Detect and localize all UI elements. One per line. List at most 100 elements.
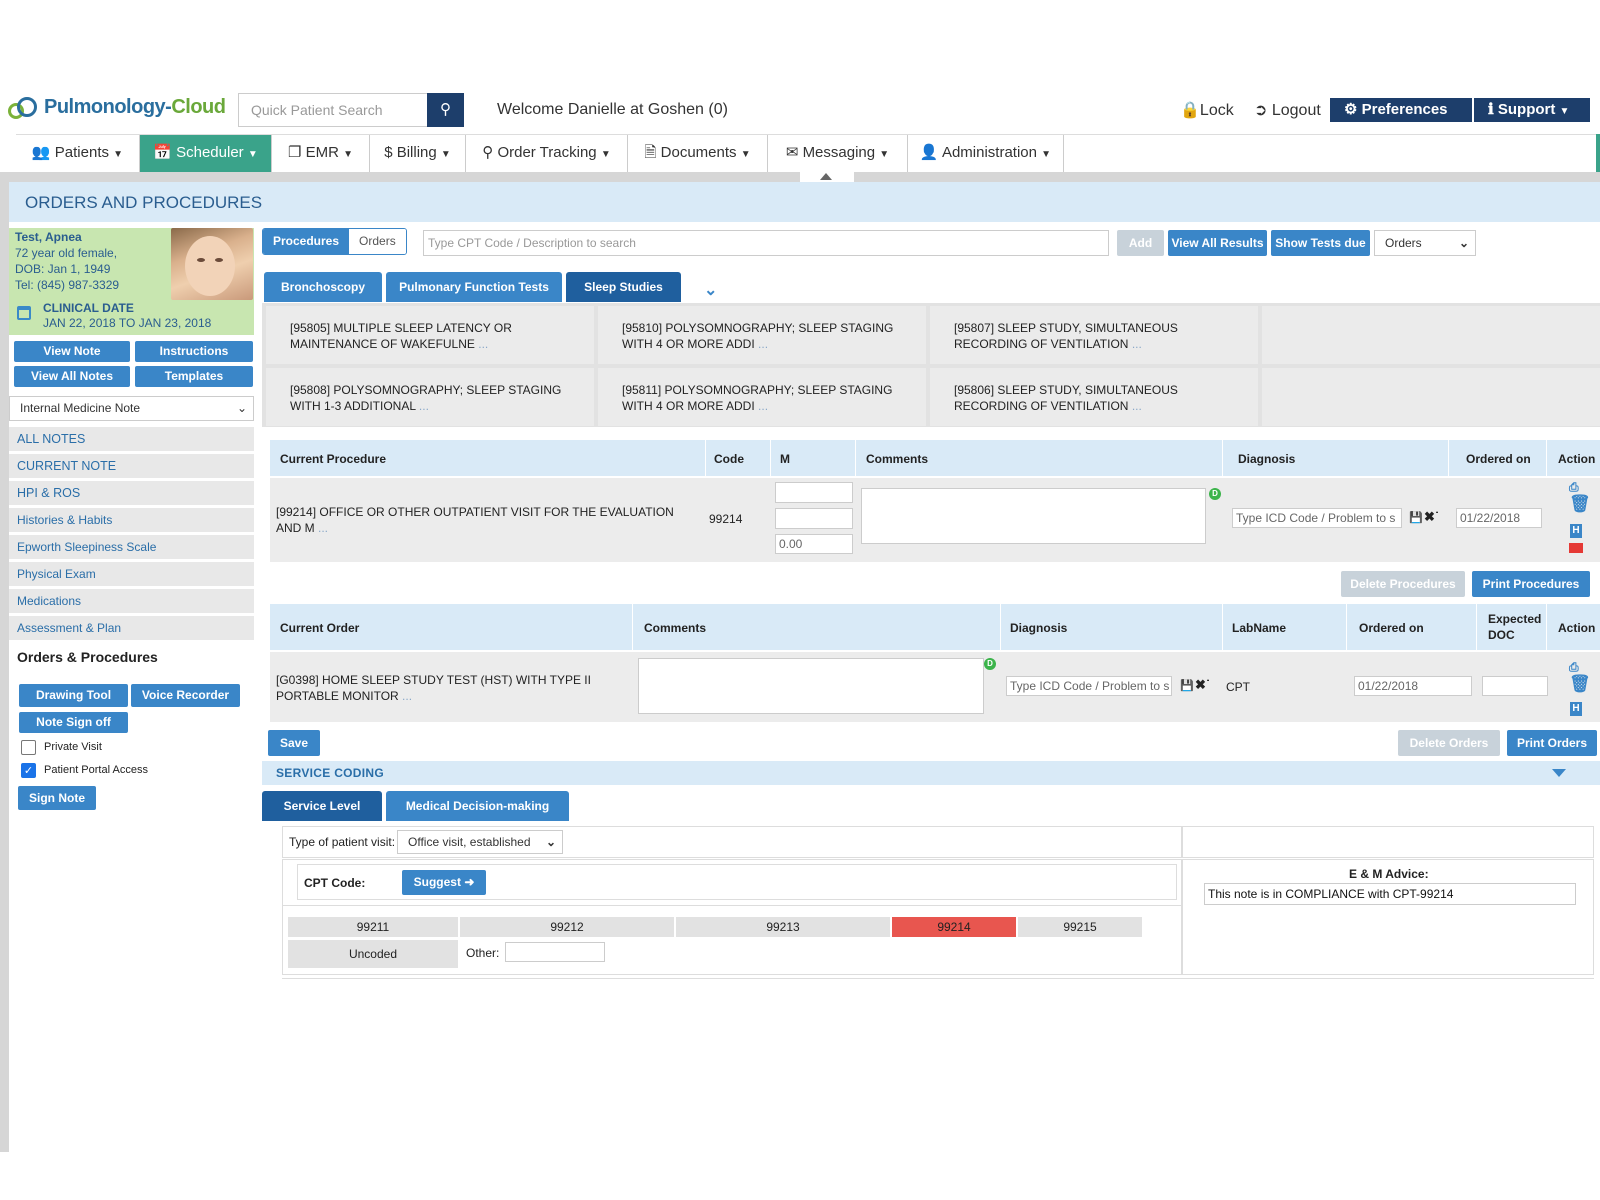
procedure-diagnosis-input[interactable]: Type ICD Code / Problem to s xyxy=(1232,508,1402,528)
logout-link[interactable]: ➲ Logout xyxy=(1254,100,1321,120)
tab-sleep-studies[interactable]: Sleep Studies xyxy=(566,272,681,302)
print-procedures-button[interactable]: Print Procedures xyxy=(1472,571,1590,597)
suggest-button[interactable]: Suggest ➜ xyxy=(402,870,486,895)
orders-select[interactable]: Orders ⌄ xyxy=(1374,230,1476,256)
trash-icon[interactable]: 🗑 xyxy=(1569,674,1591,694)
trash-icon[interactable]: 🗑 xyxy=(1569,494,1591,514)
em-advice-field[interactable]: This note is in COMPLIANCE with CPT-9921… xyxy=(1204,883,1576,905)
sidebar-item-histories-habits[interactable]: Histories & Habits xyxy=(9,508,254,532)
history-icon[interactable]: H xyxy=(1570,702,1582,716)
nav-messaging[interactable]: ✉ Messaging ▼ xyxy=(768,135,908,173)
drawing-tool-button[interactable]: Drawing Tool xyxy=(19,684,128,707)
nav-billing[interactable]: $ Billing ▼ xyxy=(370,135,466,173)
patient-name[interactable]: Test, Apnea xyxy=(15,230,82,244)
more-link[interactable]: ... xyxy=(402,689,412,703)
view-all-results-button[interactable]: View All Results xyxy=(1168,230,1267,256)
modifier-2-input[interactable] xyxy=(775,508,853,529)
nav-order-tracking[interactable]: ⚲ Order Tracking ▼ xyxy=(466,135,628,173)
order-ordered-on-input[interactable]: 01/22/2018 xyxy=(1354,676,1472,696)
chevron-down-icon[interactable]: ⌄ xyxy=(704,280,717,300)
sidebar-item-orders-procedures[interactable]: Orders & Procedures xyxy=(17,649,158,665)
other-code-input[interactable] xyxy=(505,942,605,962)
procedures-toggle[interactable]: Procedures xyxy=(263,229,350,254)
service-coding-bar[interactable]: SERVICE CODING xyxy=(262,761,1600,785)
support-menu[interactable]: ℹ Support ▼ xyxy=(1474,98,1590,122)
procedure-option[interactable]: [95806] SLEEP STUDY, SIMULTANEOUS RECORD… xyxy=(930,368,1258,426)
app-logo[interactable]: Pulmonology- Cloud xyxy=(8,96,226,119)
save-icon[interactable]: 💾 xyxy=(1409,511,1423,524)
print-icon[interactable]: ⎙ xyxy=(1569,660,1579,675)
sidebar-item-epworth[interactable]: Epworth Sleepiness Scale xyxy=(9,535,254,559)
preferences-menu[interactable]: ⚙ Preferences ▼ xyxy=(1330,98,1472,141)
code-option-99214[interactable]: 99214 xyxy=(892,917,1016,937)
view-note-button[interactable]: View Note xyxy=(14,341,130,362)
tab-service-level[interactable]: Service Level xyxy=(262,791,382,821)
clear-icon[interactable]: ✖˙ xyxy=(1195,677,1210,693)
tab-bronchoscopy[interactable]: Bronchoscopy xyxy=(264,272,382,302)
history-icon[interactable]: H xyxy=(1570,524,1582,538)
more-link[interactable]: ... xyxy=(758,337,768,351)
sign-note-button[interactable]: Sign Note xyxy=(18,786,96,810)
sidebar-item-medications[interactable]: Medications xyxy=(9,589,254,613)
collapse-up-icon[interactable] xyxy=(820,173,832,180)
tab-medical-decision-making[interactable]: Medical Decision-making xyxy=(386,791,569,821)
clear-icon[interactable]: ✖˙ xyxy=(1424,509,1439,525)
more-link[interactable]: ... xyxy=(318,521,328,535)
procedure-option[interactable]: [95805] MULTIPLE SLEEP LATENCY OR MAINTE… xyxy=(266,306,594,364)
uncoded-option[interactable]: Uncoded xyxy=(288,940,458,968)
search-button[interactable]: ⚲ xyxy=(427,93,464,127)
expected-doc-input[interactable] xyxy=(1482,676,1548,696)
show-tests-due-button[interactable]: Show Tests due xyxy=(1271,230,1370,256)
code-option-99213[interactable]: 99213 xyxy=(676,917,890,937)
collapse-icon[interactable] xyxy=(1552,769,1566,777)
nav-administration[interactable]: 👤 Administration ▼ xyxy=(908,135,1064,173)
nav-scheduler[interactable]: 📅 Scheduler ▼ xyxy=(140,135,272,173)
more-link[interactable]: ... xyxy=(758,399,768,413)
more-link[interactable]: ... xyxy=(478,337,488,351)
sidebar-item-physical-exam[interactable]: Physical Exam xyxy=(9,562,254,586)
templates-button[interactable]: Templates xyxy=(135,366,253,387)
code-option-99212[interactable]: 99212 xyxy=(460,917,674,937)
note-sign-off-button[interactable]: Note Sign off xyxy=(19,712,128,733)
order-diagnosis-input[interactable]: Type ICD Code / Problem to s xyxy=(1006,676,1172,696)
modifier-1-input[interactable] xyxy=(775,482,853,503)
nav-documents[interactable]: 🗎 Documents ▼ xyxy=(628,135,768,173)
procedure-ordered-on-input[interactable]: 01/22/2018 xyxy=(1456,508,1542,528)
nav-emr[interactable]: ❐ EMR ▼ xyxy=(272,135,370,173)
code-option-99211[interactable]: 99211 xyxy=(288,917,458,937)
modifier-3-input[interactable]: 0.00 xyxy=(775,534,853,554)
print-icon[interactable]: ⎙ xyxy=(1569,480,1579,495)
sidebar-item-assessment-plan[interactable]: Assessment & Plan xyxy=(9,616,254,640)
cpt-search-input[interactable]: Type CPT Code / Description to search xyxy=(423,230,1109,256)
sidebar-item-all-notes[interactable]: ALL NOTES xyxy=(9,427,254,451)
orders-toggle[interactable]: Orders xyxy=(349,229,406,254)
lock-link[interactable]: 🔒Lock xyxy=(1180,100,1234,120)
sidebar-item-hpi-ros[interactable]: HPI & ROS xyxy=(9,481,254,505)
view-all-notes-button[interactable]: View All Notes xyxy=(14,366,130,387)
procedure-option[interactable]: [95811] POLYSOMNOGRAPHY; SLEEP STAGING W… xyxy=(598,368,926,426)
patient-portal-checkbox[interactable]: ✓ xyxy=(21,763,36,778)
visit-type-select[interactable]: Office visit, established ⌄ xyxy=(397,830,563,854)
procedure-option[interactable]: [95807] SLEEP STUDY, SIMULTANEOUS RECORD… xyxy=(930,306,1258,364)
sidebar-item-current-note[interactable]: CURRENT NOTE xyxy=(9,454,254,478)
save-icon[interactable]: 💾 xyxy=(1180,679,1194,692)
delete-procedures-button[interactable]: Delete Procedures xyxy=(1341,571,1465,597)
alert-icon[interactable] xyxy=(1569,543,1583,553)
procedure-option[interactable]: [95808] POLYSOMNOGRAPHY; SLEEP STAGING W… xyxy=(266,368,594,426)
print-orders-button[interactable]: Print Orders xyxy=(1507,730,1597,756)
procedure-option[interactable]: [95810] POLYSOMNOGRAPHY; SLEEP STAGING W… xyxy=(598,306,926,364)
add-button[interactable]: Add xyxy=(1117,230,1164,256)
procedure-comments-textarea[interactable] xyxy=(861,488,1206,544)
tab-pulmonary-function-tests[interactable]: Pulmonary Function Tests xyxy=(386,272,562,302)
more-link[interactable]: ... xyxy=(1132,337,1142,351)
save-button[interactable]: Save xyxy=(268,730,320,756)
order-comments-textarea[interactable] xyxy=(638,658,984,714)
note-type-select[interactable]: Internal Medicine Note ⌄ xyxy=(9,396,254,421)
voice-recorder-button[interactable]: Voice Recorder xyxy=(131,684,240,707)
more-link[interactable]: ... xyxy=(1132,399,1142,413)
nav-patients[interactable]: 👥 Patients ▼ xyxy=(16,135,140,173)
code-option-99215[interactable]: 99215 xyxy=(1018,917,1142,937)
more-link[interactable]: ... xyxy=(419,399,429,413)
instructions-button[interactable]: Instructions xyxy=(135,341,253,362)
quick-patient-search-input[interactable]: Quick Patient Search xyxy=(238,93,428,127)
